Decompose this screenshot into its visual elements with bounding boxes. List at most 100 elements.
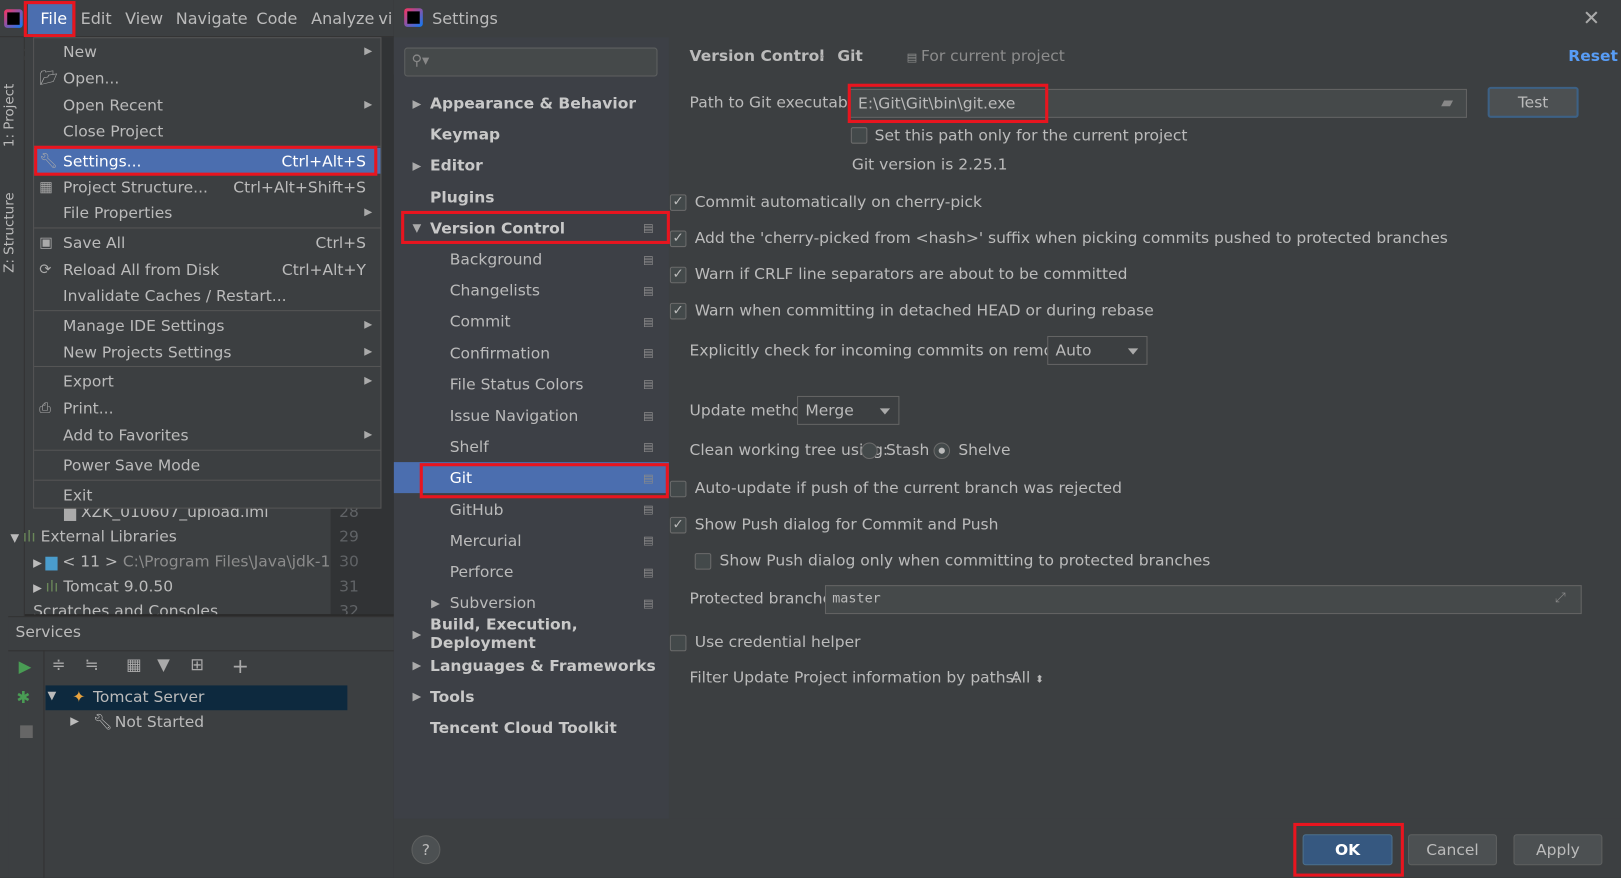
menu-item-label: Open...: [63, 68, 120, 88]
menu-item-export[interactable]: Export ▶: [34, 368, 380, 394]
menu-navigate[interactable]: Navigate: [176, 9, 248, 28]
menu-item-settings[interactable]: 🔧︎ Settings... Ctrl+Alt+S: [34, 147, 381, 174]
nav-item-plugins[interactable]: Plugins: [394, 182, 669, 213]
menu-item-print[interactable]: ⎙ Print...: [34, 395, 380, 421]
nav-item-keymap[interactable]: Keymap: [394, 119, 669, 150]
nav-item-background[interactable]: Background ▤: [394, 244, 669, 275]
ok-button[interactable]: OK: [1302, 834, 1393, 866]
use-credential-helper-checkbox[interactable]: [669, 634, 687, 652]
warn-when-committing-in-detached-head-or-checkbox[interactable]: ✓: [669, 302, 687, 320]
collapse-all-icon[interactable]: ≒: [85, 654, 99, 674]
nav-item-tencent-cloud-toolkit[interactable]: Tencent Cloud Toolkit: [394, 712, 669, 743]
expand-all-icon[interactable]: ≑: [52, 654, 66, 674]
reset-link[interactable]: Reset: [1568, 47, 1618, 66]
nav-item-git[interactable]: Git ▤: [393, 462, 669, 494]
expand-icon[interactable]: ⤢: [1555, 590, 1566, 606]
menu-code[interactable]: Code: [256, 9, 297, 28]
warn-if-crlf-line-separators-are-about-t-checkbox[interactable]: ✓: [669, 266, 687, 284]
menu-more[interactable]: vi: [378, 9, 392, 28]
menu-item-open-recent[interactable]: Open Recent ▶: [34, 92, 380, 118]
settings-search-input[interactable]: ⚲▾: [404, 47, 658, 77]
menu-item-shortcut: Ctrl+Alt+S: [281, 151, 366, 171]
menu-item-new-projects-settings[interactable]: New Projects Settings ▶: [34, 339, 380, 365]
shelve-radio[interactable]: [933, 442, 951, 460]
menu-item-manage-ide-settings[interactable]: Manage IDE Settings ▶: [34, 312, 380, 338]
menu-item-power-save-mode[interactable]: Power Save Mode: [34, 452, 380, 478]
nav-item-changelists[interactable]: Changelists ▤: [394, 275, 669, 306]
incoming-dropdown[interactable]: Auto: [1047, 335, 1148, 365]
group-icon[interactable]: ▦: [126, 654, 142, 674]
nav-item-commit[interactable]: Commit ▤: [394, 306, 669, 337]
tree-item-jdk[interactable]: ▶ ▆ < 11 > C:\Program Files\Java\jdk-1: [33, 552, 330, 571]
menu-edit[interactable]: Edit: [81, 9, 112, 28]
add-the-cherry-picked-from-hash-suffix-w-checkbox[interactable]: ✓: [669, 230, 687, 248]
save-icon: ▣: [39, 234, 53, 251]
test-button[interactable]: Test: [1487, 86, 1579, 118]
close-icon[interactable]: ✕: [1583, 5, 1600, 30]
chevron-right-icon[interactable]: ▶: [431, 596, 440, 609]
stop-icon[interactable]: ■: [19, 721, 35, 741]
menu-file[interactable]: File: [40, 9, 67, 28]
nav-item-confirmation[interactable]: Confirmation ▤: [394, 338, 669, 369]
run-icon[interactable]: ▶: [19, 656, 32, 676]
nav-item-mercurial[interactable]: Mercurial ▤: [394, 525, 669, 556]
menu-item-new[interactable]: New ▶: [34, 38, 380, 64]
nav-item-languages-frameworks[interactable]: ▶ Languages & Frameworks: [394, 650, 669, 681]
nav-item-issue-navigation[interactable]: Issue Navigation ▤: [394, 400, 669, 431]
update-method-dropdown[interactable]: Merge: [797, 395, 900, 425]
apply-button[interactable]: Apply: [1513, 834, 1603, 866]
menu-item-open[interactable]: 📂︎ Open...: [34, 65, 380, 91]
show-push-dialog-for-commit-and-push-checkbox[interactable]: ✓: [669, 516, 687, 534]
help-button[interactable]: ?: [411, 835, 441, 865]
nav-item-version-control[interactable]: ▼ Version Control ▤: [394, 213, 669, 244]
show-push-dialog-only-when-committing-to-checkbox[interactable]: [694, 553, 712, 570]
menu-item-invalidate-caches-restart[interactable]: Invalidate Caches / Restart...: [34, 282, 380, 308]
filter-paths-dropdown[interactable]: All ⬍: [1011, 668, 1044, 687]
chevron-right-icon[interactable]: ▶: [412, 659, 421, 672]
tree-item-external-libraries[interactable]: ▼ ılı External Libraries: [10, 527, 176, 546]
browse-folder-icon[interactable]: ▰: [1441, 93, 1453, 112]
tree-item-tomcat[interactable]: ▶ ılı Tomcat 9.0.50: [33, 577, 173, 596]
menu-item-add-to-favorites[interactable]: Add to Favorites ▶: [34, 422, 380, 448]
filter-icon[interactable]: ▼: [157, 654, 170, 674]
add-icon[interactable]: +: [232, 653, 249, 678]
current-project-only-checkbox[interactable]: [850, 127, 868, 144]
cancel-button[interactable]: Cancel: [1408, 834, 1497, 866]
git-path-input[interactable]: E:\Git\Git\bin\git.exe ▰: [848, 88, 1467, 118]
nav-item-subversion[interactable]: ▶ Subversion ▤: [394, 587, 669, 618]
chevron-right-icon[interactable]: ▶: [412, 159, 421, 172]
submenu-arrow-icon: ▶: [364, 206, 373, 219]
nav-item-shelf[interactable]: Shelf ▤: [394, 431, 669, 462]
nav-item-file-status-colors[interactable]: File Status Colors ▤: [394, 369, 669, 400]
new-tab-icon[interactable]: ⊞: [190, 654, 204, 674]
menu-item-project-structure[interactable]: ▦ Project Structure... Ctrl+Alt+Shift+S: [34, 174, 380, 200]
commit-automatically-on-cherry-pick-checkbox[interactable]: ✓: [669, 194, 687, 211]
menu-item-exit[interactable]: Exit: [34, 482, 380, 508]
nav-item-build-execution-deployment[interactable]: ▶ Build, Execution, Deployment: [394, 616, 669, 653]
menu-view[interactable]: View: [125, 9, 163, 28]
debug-icon[interactable]: ✱: [17, 687, 31, 707]
tree-item-scratches[interactable]: Scratches and Consoles: [33, 602, 218, 614]
structure-tool-tab[interactable]: Z: Structure: [2, 192, 18, 273]
menu-analyze[interactable]: Analyze: [311, 9, 374, 28]
chevron-right-icon[interactable]: ▶: [412, 97, 421, 110]
project-tool-tab[interactable]: 1: Project: [2, 84, 18, 147]
stash-radio[interactable]: [861, 442, 878, 460]
nav-item-editor[interactable]: ▶ Editor: [394, 150, 669, 181]
tree-item-tomcat-server[interactable]: ▼ ✦ Tomcat Server: [45, 685, 348, 711]
menu-item-reload-all-from-disk[interactable]: ⟳ Reload All from Disk Ctrl+Alt+Y: [34, 256, 380, 282]
tree-item-not-started[interactable]: ▶ 🔧︎ Not Started: [45, 710, 347, 735]
chevron-right-icon[interactable]: ▶: [412, 627, 421, 640]
protected-branches-input[interactable]: master ⤢: [824, 585, 1582, 615]
menu-item-save-all[interactable]: ▣ Save All Ctrl+S: [34, 230, 380, 256]
nav-item-perforce[interactable]: Perforce ▤: [394, 556, 669, 587]
chevron-right-icon[interactable]: ▶: [412, 690, 421, 703]
menu-item-close-project[interactable]: Close Project: [34, 118, 380, 144]
nav-item-github[interactable]: GitHub ▤: [394, 494, 669, 525]
project-scope-icon: ▤: [643, 440, 654, 454]
nav-item-tools[interactable]: ▶ Tools: [394, 681, 669, 712]
nav-item-appearance-behavior[interactable]: ▶ Appearance & Behavior: [394, 88, 669, 119]
auto-update-if-push-of-the-current-branc-checkbox[interactable]: [669, 480, 687, 498]
menu-item-file-properties[interactable]: File Properties ▶: [34, 200, 380, 226]
chevron-down-icon[interactable]: ▼: [412, 222, 421, 235]
